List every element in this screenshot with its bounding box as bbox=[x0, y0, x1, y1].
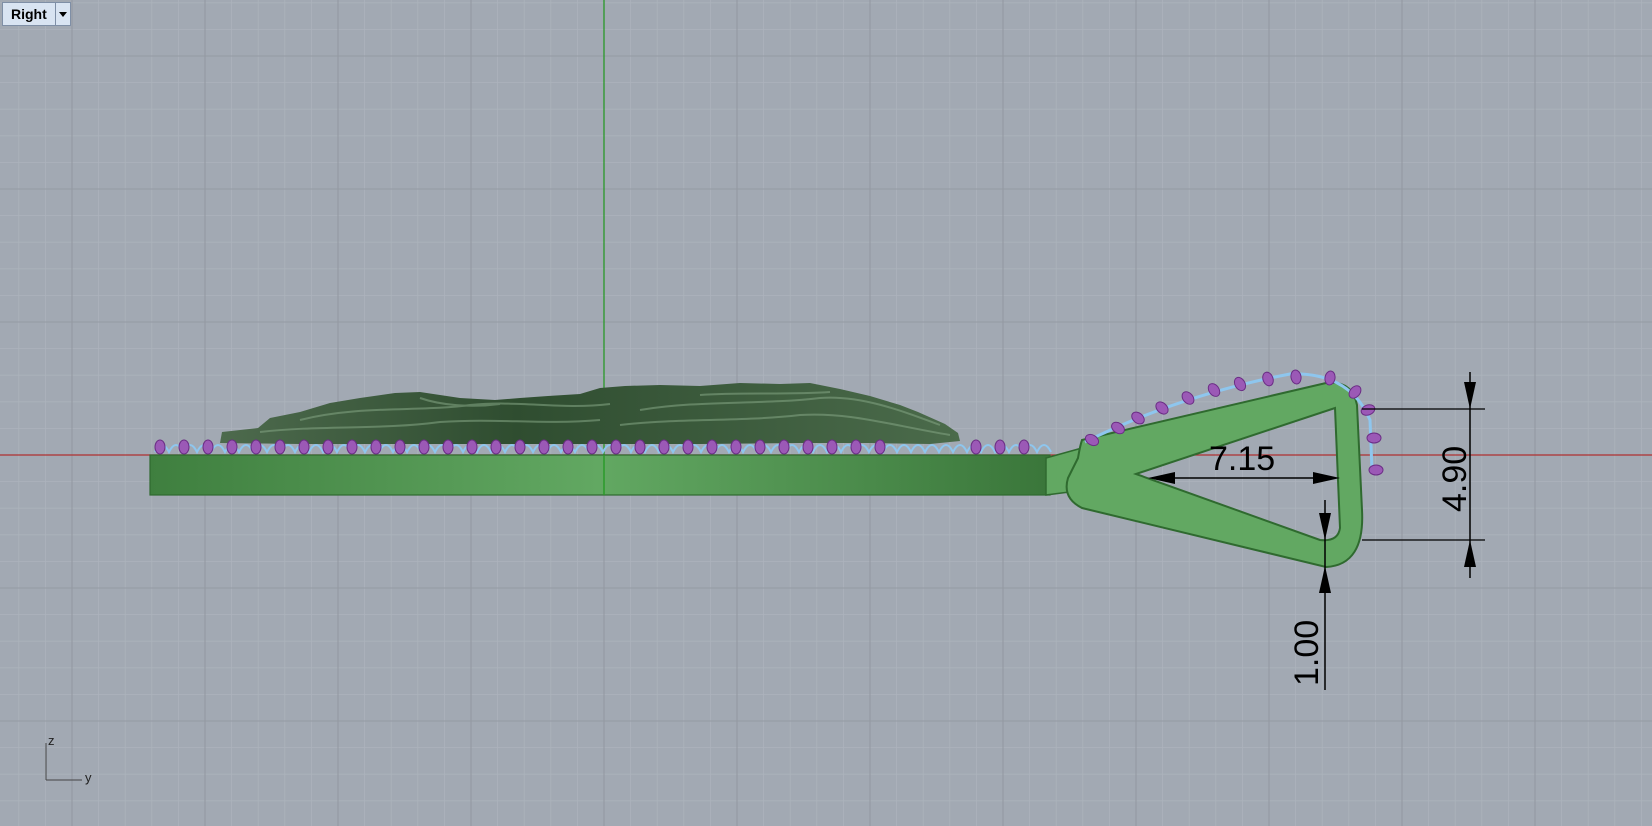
dimension-thickness[interactable]: 1.00 bbox=[1288, 500, 1331, 690]
prong-bead bbox=[730, 439, 742, 455]
viewport-tab[interactable]: Right bbox=[2, 2, 71, 26]
prong-bead bbox=[394, 439, 406, 455]
prong-bead bbox=[1207, 383, 1221, 397]
prong-bead bbox=[1262, 371, 1274, 387]
prong-bead bbox=[586, 439, 598, 455]
axis-y-label: y bbox=[85, 770, 92, 785]
prong-bead bbox=[1290, 369, 1302, 385]
dimension-height-label: 4.90 bbox=[1436, 446, 1474, 512]
prong-bead bbox=[610, 439, 622, 455]
prong-bead bbox=[970, 439, 982, 455]
right-viewport[interactable]: 7.15 4.90 1.00 z y Right bbox=[0, 0, 1652, 826]
prong-bead bbox=[250, 439, 262, 455]
prong-bead bbox=[226, 439, 238, 455]
prong-bead bbox=[1368, 464, 1384, 476]
prong-bead bbox=[658, 439, 670, 455]
prong-bead bbox=[346, 439, 358, 455]
prong-bead bbox=[442, 439, 454, 455]
prong-bead bbox=[418, 439, 430, 455]
prong-bead bbox=[1366, 432, 1382, 444]
prong-bead bbox=[538, 439, 550, 455]
prong-bead bbox=[370, 439, 382, 455]
prong-bead bbox=[994, 439, 1006, 455]
dimension-thickness-label: 1.00 bbox=[1288, 620, 1326, 686]
prong-bead bbox=[874, 439, 886, 455]
prong-bead bbox=[706, 439, 718, 455]
prong-bead bbox=[682, 439, 694, 455]
dimension-height[interactable]: 4.90 bbox=[1362, 372, 1485, 578]
prong-bead bbox=[1131, 411, 1145, 425]
pendant-plate[interactable] bbox=[149, 454, 1051, 496]
prong-bead bbox=[322, 439, 334, 455]
axis-z-label: z bbox=[48, 733, 55, 748]
prong-bead bbox=[202, 439, 214, 455]
prong-bead bbox=[826, 439, 838, 455]
prong-bead bbox=[1018, 439, 1030, 455]
prong-wire bbox=[154, 444, 1052, 455]
prong-bead bbox=[1233, 376, 1247, 392]
dimension-length-label: 7.15 bbox=[1209, 440, 1275, 478]
prong-bead bbox=[1181, 391, 1195, 405]
prong-bead bbox=[562, 439, 574, 455]
prong-bead bbox=[178, 439, 190, 455]
prong-bead bbox=[274, 439, 286, 455]
viewport-canvas[interactable]: 7.15 4.90 1.00 z y bbox=[0, 0, 1652, 826]
prong-bead bbox=[490, 439, 502, 455]
prong-bead bbox=[778, 439, 790, 455]
prong-bead bbox=[754, 439, 766, 455]
chevron-down-icon[interactable] bbox=[54, 3, 70, 25]
prong-bead bbox=[802, 439, 814, 455]
prong-bead bbox=[514, 439, 526, 455]
prong-bead bbox=[466, 439, 478, 455]
prong-bead bbox=[154, 439, 166, 455]
prong-bead bbox=[298, 439, 310, 455]
viewport-name[interactable]: Right bbox=[3, 3, 55, 25]
prong-bead bbox=[634, 439, 646, 455]
axis-indicator: z y bbox=[45, 733, 92, 785]
prong-bead bbox=[850, 439, 862, 455]
